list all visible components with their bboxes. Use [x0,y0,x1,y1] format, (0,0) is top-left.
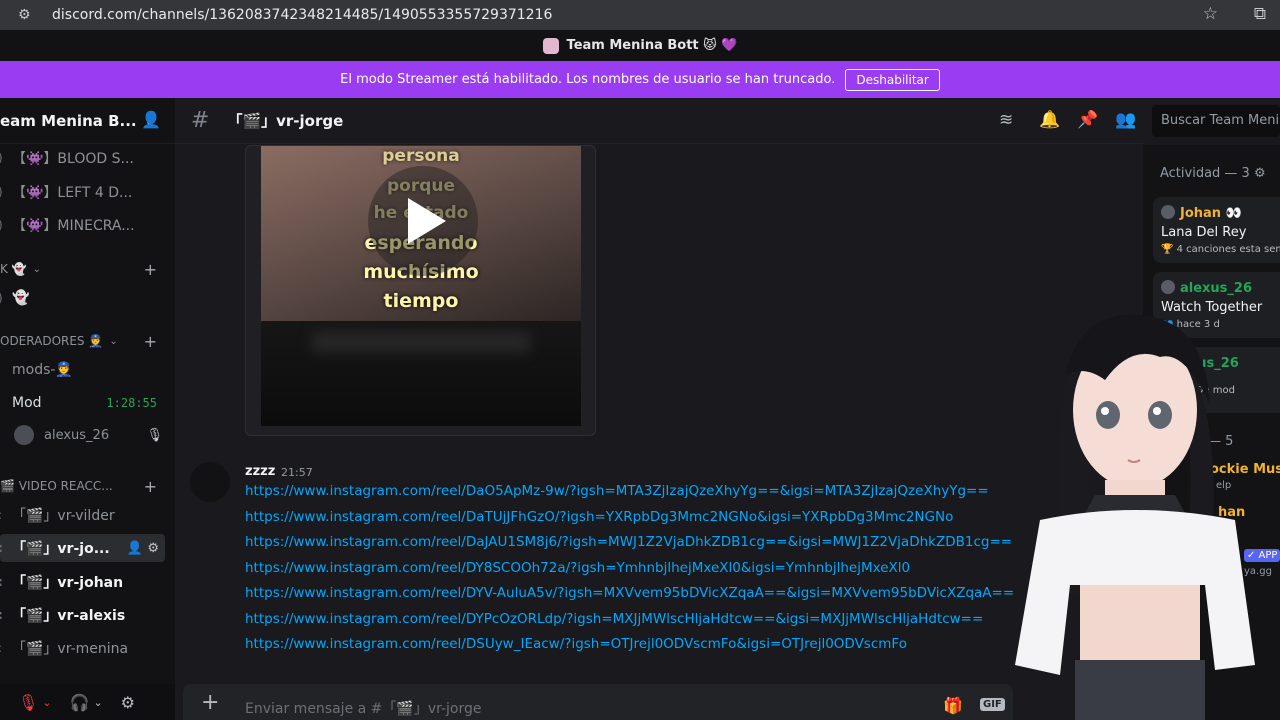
server-header[interactable]: eam Menina B... ⌄ 👤 [0,98,175,144]
message-link[interactable]: https://www.instagram.com/reel/DaJAU1SM8… [245,534,1012,550]
voice-icon: ) [0,151,6,165]
gift-icon[interactable]: 🎁 [943,696,963,715]
message-link[interactable]: https://www.instagram.com/reel/DY8SCOOh7… [245,560,910,576]
video-embed[interactable]: persona porque he estado esperando muchí… [245,145,596,436]
window-title-bar: Team Menina Bott 😾 💜 [0,30,1280,61]
add-channel-icon[interactable]: + [144,477,157,496]
voice-user[interactable]: alexus_26 🎙 [0,421,175,449]
channel-mod-voice[interactable]: Mod 1:28:55 [0,389,175,417]
disable-streamer-button[interactable]: Deshabilitar [845,68,940,91]
invite-user-icon[interactable]: 👤 [141,110,161,129]
add-channel-icon[interactable]: + [144,332,157,351]
channel-title: 「🎬」vr-jorge [227,112,344,130]
video-caption: persona [382,146,460,166]
chevron-down-icon: ⌄ [109,335,118,347]
add-channel-icon[interactable]: + [144,260,157,279]
activity-card[interactable]: Johan 👀 Lana Del Rey 🏆 4 canciones esta … [1153,197,1280,263]
threads-icon[interactable]: ≋ [999,110,1013,130]
message-input[interactable]: Enviar mensaje a #「🎬」vr-jorge [245,698,481,718]
channel-vr-menina[interactable]: :「🎬」vr-menina [0,634,175,662]
hash-icon: # [191,108,210,133]
hash-icon: : [0,575,6,589]
voice-timer: 1:28:55 [106,396,157,410]
voice-icon: ) [0,218,6,232]
chevron-down-icon: ⌄ [32,263,42,275]
category-afk[interactable]: K 👻 ⌄ + [0,258,175,280]
video-blurred-area [261,321,581,426]
message-link[interactable]: https://www.instagram.com/reel/DaO5ApMz-… [245,483,989,499]
streamer-banner-text: El modo Streamer está habilitado. Los no… [340,72,836,87]
hash-icon: : [0,641,6,655]
channel-vr-alexis[interactable]: :「🎬」vr-alexis [0,601,175,629]
user-panel: 🎙 ⌄ 🎧 ⌄ ⚙ [0,684,175,720]
message-link[interactable]: https://www.instagram.com/reel/DSUyw_IEa… [245,636,907,652]
category-video[interactable]: 🎬 VIDEO REACC... + [0,475,175,497]
server-name: eam Menina B... [0,111,137,130]
member-list-icon[interactable]: 👥 [1115,110,1136,130]
bookmark-star-icon[interactable]: ☆ [1203,4,1218,24]
avatar [14,425,34,445]
voice-icon: ) [0,185,6,199]
channel-vr-johan[interactable]: :「🎬」vr-johan [0,568,175,596]
channel-vr-jorge-active[interactable]: :「🎬」vr-jo...👤 ⚙ [0,534,165,562]
voice-icon: ) [0,291,6,305]
window-title: Team Menina Bott 😾 💜 [566,38,738,53]
message-link[interactable]: https://www.instagram.com/reel/DaTUjJFhG… [245,509,953,525]
play-button-icon[interactable] [368,166,478,276]
mic-muted-icon[interactable]: 🎙 [18,693,38,712]
url-text[interactable]: discord.com/channels/1362083742348214485… [52,7,552,23]
message-composer[interactable]: + Enviar mensaje a #「🎬」vr-jorge 🎁 GIF [183,684,1013,720]
channel-afk[interactable]: )👻 [0,284,175,312]
message-author[interactable]: zzzz [245,464,275,479]
channel-sidebar: eam Menina B... ⌄ 👤 )【👾】BLOOD S... )【👾】L… [0,98,175,720]
notification-bell-icon[interactable]: 🔔 [1039,110,1060,130]
channel-vr-vilder[interactable]: :「🎬」vr-vilder [0,501,175,529]
message-link[interactable]: https://www.instagram.com/reel/DYV-AuluA… [245,585,1014,601]
gif-icon[interactable]: GIF [980,698,1005,711]
message-link[interactable]: https://www.instagram.com/reel/DYPcOzORL… [245,611,983,627]
channel-mods[interactable]: mods-👮 [0,356,175,384]
user-settings-icon[interactable]: ⚙ [121,693,135,712]
pin-icon[interactable]: 📌 [1077,110,1098,130]
video-thumbnail: persona porque he estado esperando muchí… [261,146,581,321]
streamer-mode-banner: El modo Streamer está habilitado. Los no… [0,61,1280,98]
channel-item[interactable]: )【👾】LEFT 4 D... [0,178,175,206]
channel-item[interactable]: )【👾】MINECRA... [0,211,175,239]
attach-plus-icon[interactable]: + [201,690,219,715]
activity-title: Actividad — 3 ⚙ [1160,166,1266,181]
settings-gear-icon[interactable]: 👤 ⚙ [127,541,159,556]
channel-header: # 「🎬」vr-jorge ≋ 🔔 📌 👥 [175,98,1143,144]
vtuber-avatar-overlay [1015,314,1255,720]
hash-icon: : [0,608,6,622]
chevron-down-icon[interactable]: ⌄ [93,696,102,709]
category-mods[interactable]: ODERADORES 👮 ⌄ + [0,330,175,352]
hash-icon: : [0,541,6,555]
avatar[interactable] [190,462,230,502]
avatar [1161,205,1175,219]
hash-icon: : [0,508,6,522]
muted-mic-icon: 🎙 [146,427,163,443]
message-timestamp: 21:57 [281,466,313,479]
site-settings-icon[interactable]: ⚙ [18,7,40,23]
channel-item[interactable]: )【👾】BLOOD S... [0,144,175,172]
video-caption: tiempo [383,290,459,312]
headphones-icon[interactable]: 🎧 [70,693,90,712]
search-input[interactable]: Buscar Team Menina Bott [1152,105,1280,137]
gear-icon[interactable]: ⚙ [1254,166,1266,181]
server-icon [542,37,559,54]
chevron-down-icon[interactable]: ⌄ [42,696,51,709]
extensions-icon[interactable]: ⧉ [1254,4,1266,24]
browser-address-bar[interactable]: ⚙ discord.com/channels/13620837423482144… [0,0,1280,30]
